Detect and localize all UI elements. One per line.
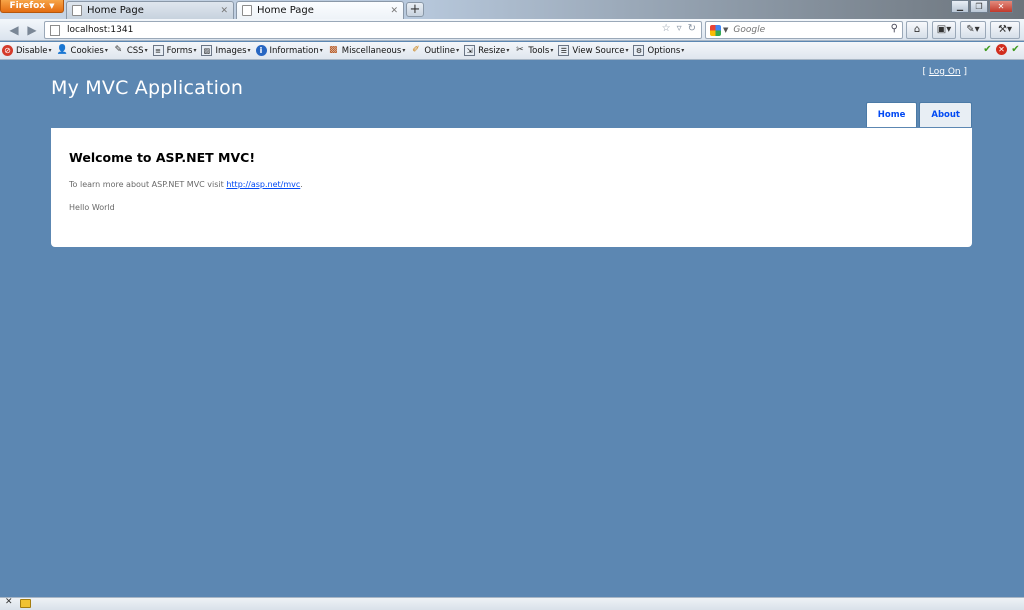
dev-menu-forms[interactable]: ≡ Forms ▾ [151, 45, 200, 56]
dev-menu-label: View Source [572, 45, 625, 56]
image-icon: ▨ [201, 45, 213, 56]
dev-menu-label: Images [215, 45, 247, 56]
checkmark-icon[interactable]: ✔ [1010, 44, 1021, 55]
reload-icon[interactable]: ↻ [688, 23, 696, 34]
dev-menu-label: Information [269, 45, 319, 56]
home-icon[interactable]: ⌂ [906, 21, 928, 39]
search-bar[interactable]: ▼ ⚲ [705, 21, 903, 39]
url-input[interactable] [67, 25, 627, 35]
minimize-icon[interactable]: ▁ [951, 0, 969, 13]
site-identity-icon[interactable] [50, 24, 60, 36]
main-content: Welcome to ASP.NET MVC! To learn more ab… [51, 128, 972, 247]
dev-menu-label: Outline [424, 45, 456, 56]
dev-menu-label: Miscellaneous [341, 45, 402, 56]
dev-menu-options[interactable]: ⚙ Options ▾ [631, 45, 687, 56]
dev-menu-miscellaneous[interactable]: ▩ Miscellaneous ▾ [326, 45, 409, 56]
log-on-link[interactable]: Log On [929, 67, 961, 77]
status-bar: ✕ [0, 597, 1024, 610]
firefox-menu-button[interactable]: Firefox ▼ [0, 0, 64, 13]
menu-tab-about[interactable]: About [919, 102, 972, 127]
maximize-icon[interactable]: ❐ [970, 0, 988, 13]
pencil-icon: ✎ [114, 45, 123, 55]
options-icon: ⚙ [633, 45, 645, 56]
checkmark-icon[interactable]: ✔ [982, 44, 993, 55]
close-tab-icon[interactable]: ✕ [390, 6, 398, 16]
dev-menu-disable[interactable]: ⊘ Disable ▾ [0, 45, 55, 56]
addon-button[interactable]: ✎▾ [960, 21, 986, 39]
chevron-down-icon: ▼ [49, 2, 55, 10]
marker-icon: ✐ [412, 45, 420, 55]
dev-menu-view-source[interactable]: ☰ View Source ▾ [556, 45, 631, 56]
intro-paragraph: To learn more about ASP.NET MVC visit ht… [69, 180, 954, 189]
close-window-icon[interactable]: ✕ [989, 0, 1013, 13]
dev-menu-label: Forms [166, 45, 193, 56]
close-tab-icon[interactable]: ✕ [220, 6, 228, 16]
page-heading: Welcome to ASP.NET MVC! [69, 150, 256, 165]
browser-tab-label: Home Page [87, 5, 144, 16]
resize-icon: ⇲ [464, 45, 476, 56]
form-icon: ≡ [152, 45, 164, 56]
no-entry-icon: ⊘ [2, 45, 13, 56]
dev-menu-outline[interactable]: ✐ Outline ▾ [408, 45, 462, 56]
forward-arrow-icon[interactable]: ▶ [24, 22, 40, 38]
close-addon-bar-icon[interactable]: ✕ [5, 597, 13, 607]
page-viewport: [ Log On ] My MVC Application Home About… [0, 61, 1024, 597]
history-dropdown-icon[interactable]: ▿ [677, 23, 682, 34]
site-title: My MVC Application [51, 77, 244, 99]
dev-menu-cookies[interactable]: 👤 Cookies ▾ [55, 45, 111, 56]
google-engine-icon[interactable] [710, 24, 721, 36]
search-icon[interactable]: ⚲ [891, 23, 898, 34]
navigation-bar: ◀ ▶ ☆ ▿ ↻ ▼ ⚲ ⌂ ▣▾ ✎▾ ⚒▾ [0, 19, 1024, 41]
bookmark-star-icon[interactable]: ☆ [662, 23, 671, 34]
page-icon [242, 5, 252, 16]
hello-message: Hello World [69, 203, 115, 212]
person-icon: 👤 [56, 45, 68, 55]
browser-tab-1[interactable]: Home Page ✕ [66, 1, 234, 19]
menu-tab-home[interactable]: Home [865, 102, 918, 127]
site-menu: Home About [865, 102, 972, 127]
login-display: [ Log On ] [923, 67, 967, 77]
dev-menu-tools[interactable]: ✂ Tools ▾ [512, 45, 556, 56]
browser-tab-label: Home Page [257, 5, 314, 16]
dev-menu-images[interactable]: ▨ Images ▾ [199, 45, 253, 56]
url-bar[interactable]: ☆ ▿ ↻ [44, 21, 702, 39]
intro-text: To learn more about ASP.NET MVC visit [69, 180, 227, 189]
dev-menu-information[interactable]: i Information ▾ [254, 45, 326, 56]
browser-tab-2[interactable]: Home Page ✕ [236, 1, 404, 19]
back-arrow-icon[interactable]: ◀ [6, 22, 22, 38]
new-tab-button[interactable]: + [406, 2, 424, 17]
dev-status-icons: ✔ ✕ ✔ [982, 44, 1021, 55]
dev-menu-label: Cookies [70, 45, 104, 56]
briefcase-icon: ▩ [328, 45, 338, 55]
tab-groups-icon[interactable]: ▣▾ [932, 21, 956, 39]
asp-net-mvc-link[interactable]: http://asp.net/mvc [226, 180, 300, 189]
chevron-down-icon[interactable]: ▼ [723, 26, 728, 34]
tools-menu-button[interactable]: ⚒▾ [990, 21, 1020, 39]
search-input[interactable] [733, 25, 884, 35]
dev-menu-label: Options [647, 45, 681, 56]
intro-end: . [300, 180, 303, 189]
firefox-menu-label: Firefox [9, 1, 46, 11]
dev-menu-label: CSS [126, 45, 144, 56]
login-bracket-close: ] [960, 67, 967, 77]
window-title-bar: Firefox ▼ Home Page ✕ Home Page ✕ + ▁ ❐ … [0, 0, 1024, 19]
error-icon[interactable]: ✕ [996, 44, 1007, 55]
tools-icon: ✂ [516, 45, 524, 55]
info-icon: i [255, 45, 267, 56]
page-icon [72, 5, 82, 16]
dev-menu-resize[interactable]: ⇲ Resize ▾ [462, 45, 512, 56]
addon-icon[interactable] [20, 599, 31, 608]
dev-menu-css[interactable]: ✎ CSS ▾ [111, 45, 151, 56]
dev-menu-label: Tools [528, 45, 550, 56]
web-developer-toolbar: ⊘ Disable ▾ 👤 Cookies ▾ ✎ CSS ▾ ≡ Forms ▾ ▨ … [0, 42, 1024, 60]
dev-menu-label: Resize [478, 45, 506, 56]
document-icon: ☰ [558, 45, 570, 56]
dev-menu-label: Disable [16, 45, 48, 56]
